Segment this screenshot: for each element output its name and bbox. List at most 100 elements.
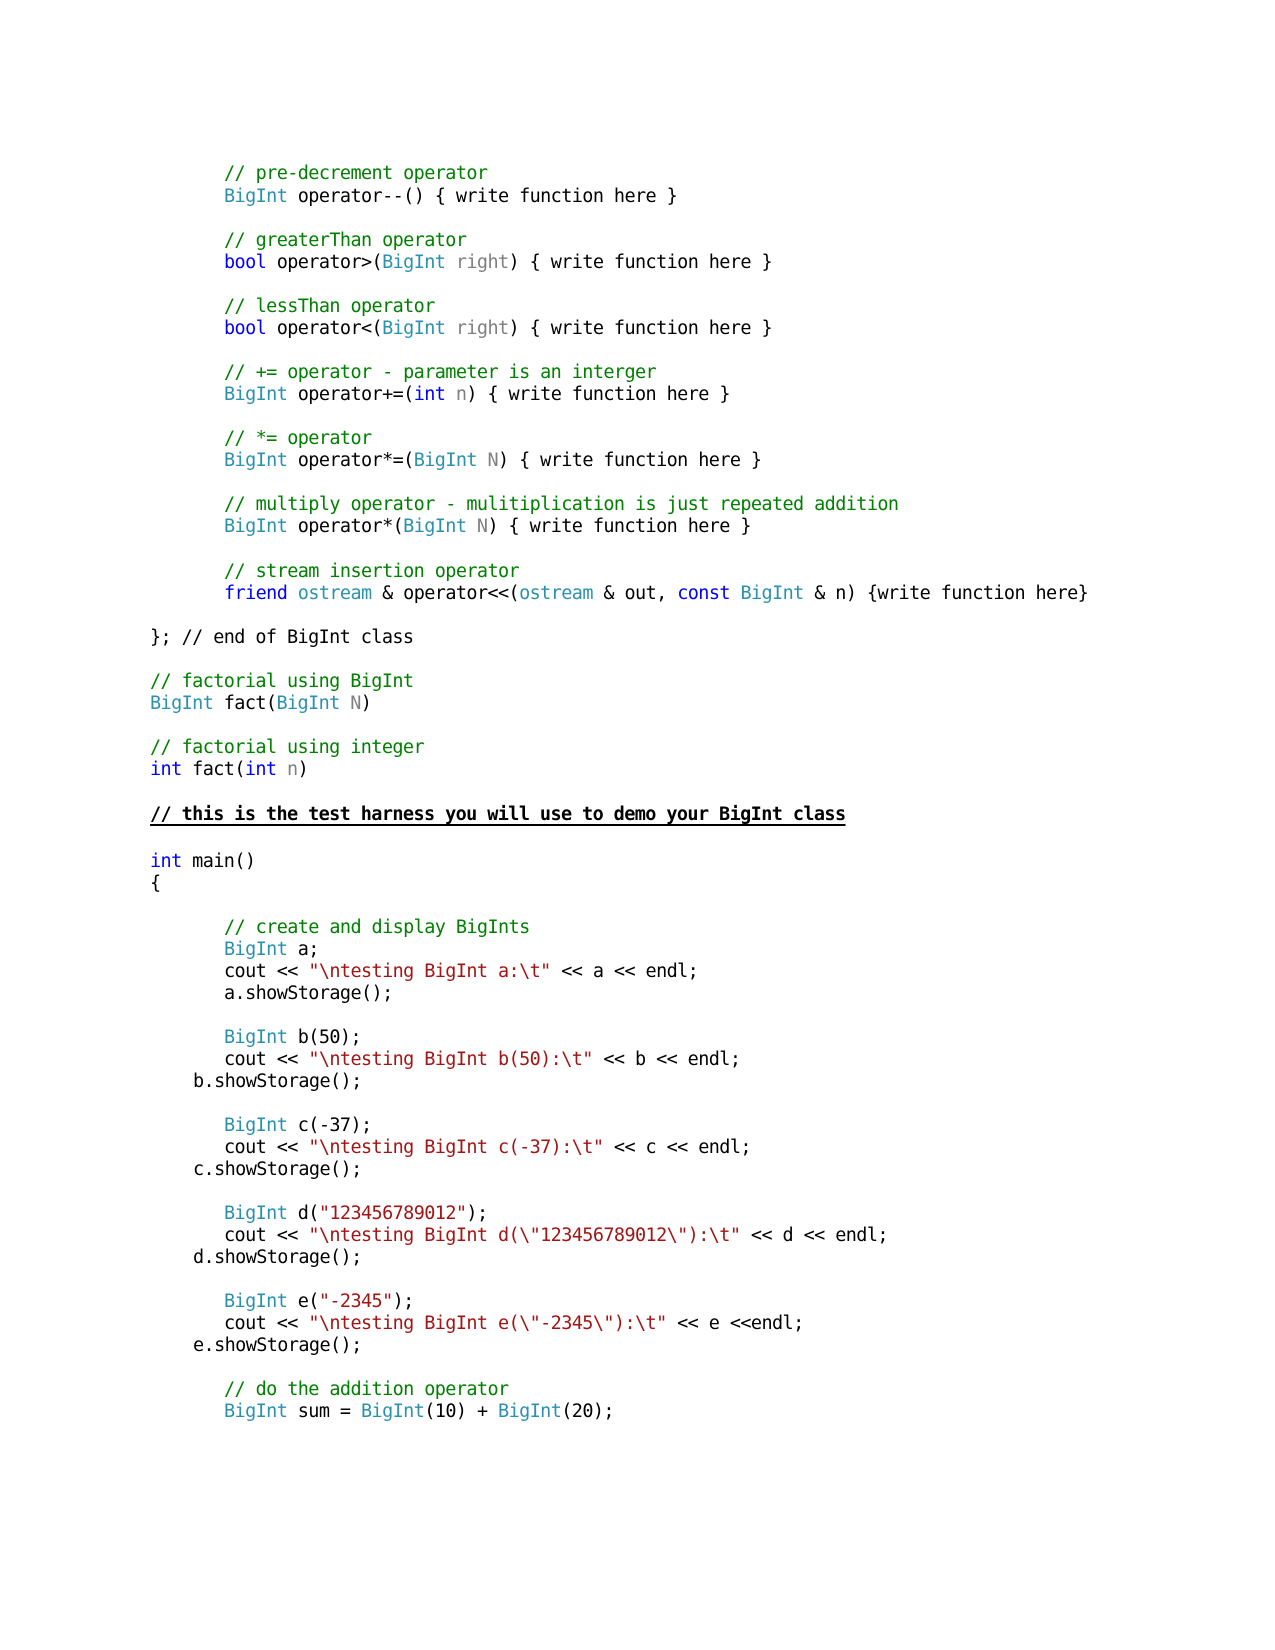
- code-text: a;: [287, 939, 320, 960]
- code-comment: // factorial using BigInt: [150, 671, 414, 692]
- code-text: fact(: [181, 759, 245, 780]
- code-line: // += operator - parameter is an interge…: [224, 362, 657, 384]
- code-text: e.showStorage();: [193, 1335, 362, 1356]
- code-line: BigInt e("-2345");: [224, 1291, 414, 1313]
- keyword: int: [244, 759, 277, 780]
- code-text: }; // end of BigInt class: [150, 627, 414, 648]
- code-line: // *= operator: [224, 428, 372, 450]
- code-text: a.showStorage();: [224, 983, 393, 1004]
- code-text: cout <<: [224, 1313, 309, 1334]
- code-text: << a << endl;: [550, 961, 699, 982]
- code-line: BigInt a;: [224, 939, 319, 961]
- code-line: cout << "\ntesting BigInt a:\t" << a << …: [224, 961, 699, 983]
- type-name: BigInt: [224, 450, 288, 471]
- code-text: e(: [287, 1291, 320, 1312]
- type-name: BigInt: [224, 1115, 288, 1136]
- code-line: b.showStorage();: [193, 1071, 362, 1093]
- code-text: ) { write function here }: [487, 516, 751, 537]
- string-literal: "\ntesting BigInt d(\"123456789012\"):\t…: [308, 1225, 741, 1246]
- type-name: BigInt: [224, 1401, 288, 1422]
- type-name: BigInt: [498, 1401, 562, 1422]
- code-text: );: [466, 1203, 488, 1224]
- code-text: b(50);: [287, 1027, 362, 1048]
- code-comment: // lessThan operator: [224, 296, 435, 317]
- code-text: operator+=(: [287, 384, 415, 405]
- code-text: << d << endl;: [740, 1225, 889, 1246]
- string-literal: "\ntesting BigInt a:\t": [308, 961, 551, 982]
- keyword: bool: [224, 318, 267, 339]
- keyword: const: [677, 583, 730, 604]
- type-name: BigInt: [224, 1027, 288, 1048]
- section-heading: // this is the test harness you will use…: [150, 804, 846, 826]
- code-comment: // multiply operator - mulitiplication i…: [224, 494, 899, 515]
- code-text: c.showStorage();: [193, 1159, 362, 1180]
- keyword: int: [150, 851, 182, 872]
- code-text: ) { write function here }: [508, 318, 773, 339]
- code-line: // create and display BigInts: [224, 917, 530, 939]
- type-name: ostream: [297, 583, 372, 604]
- keyword: friend: [224, 583, 288, 604]
- code-line: BigInt operator--() { write function her…: [224, 186, 678, 208]
- type-name: BigInt: [224, 186, 288, 207]
- parameter-name: n: [276, 759, 298, 780]
- document-page: // pre-decrement operator BigInt operato…: [0, 0, 1275, 1650]
- code-text: (20);: [561, 1401, 614, 1422]
- parameter-name: N: [339, 693, 361, 714]
- code-text: ) { write function here }: [498, 450, 762, 471]
- code-line: {: [150, 873, 161, 895]
- code-line: // do the addition operator: [224, 1379, 509, 1401]
- type-name: BigInt: [276, 693, 340, 714]
- code-line: BigInt fact(BigInt N): [150, 693, 372, 715]
- type-name: BigInt: [382, 252, 446, 273]
- code-line: c.showStorage();: [193, 1159, 362, 1181]
- parameter-name: right: [445, 318, 509, 339]
- code-line: bool operator>(BigInt right) { write fun…: [224, 252, 773, 274]
- code-line: e.showStorage();: [193, 1335, 362, 1357]
- code-text: & out,: [592, 583, 678, 604]
- string-literal: "\ntesting BigInt e(\"-2345\"):\t": [308, 1313, 667, 1334]
- type-name: BigInt: [224, 516, 288, 537]
- code-line: BigInt b(50);: [224, 1027, 362, 1049]
- code-text: cout <<: [224, 1225, 309, 1246]
- type-name: BigInt: [224, 1203, 288, 1224]
- code-comment: // *= operator: [224, 428, 372, 449]
- code-line: BigInt operator*(BigInt N) { write funct…: [224, 516, 752, 538]
- code-line: cout << "\ntesting BigInt b(50):\t" << b…: [224, 1049, 741, 1071]
- code-comment: // factorial using integer: [150, 737, 425, 758]
- parameter-name: right: [445, 252, 509, 273]
- code-comment: // greaterThan operator: [224, 230, 467, 251]
- code-text: {: [150, 873, 161, 894]
- code-text: cout <<: [224, 1137, 309, 1158]
- code-text: main(): [181, 851, 256, 872]
- code-text: b.showStorage();: [193, 1071, 362, 1092]
- code-text: & operator<<(: [371, 583, 520, 604]
- code-line: int main(): [150, 851, 256, 873]
- code-line: d.showStorage();: [193, 1247, 362, 1269]
- code-line: // greaterThan operator: [224, 230, 467, 252]
- code-text: cout <<: [224, 961, 309, 982]
- keyword: int: [150, 759, 182, 780]
- code-line: bool operator<(BigInt right) { write fun…: [224, 318, 773, 340]
- type-name: BigInt: [224, 384, 288, 405]
- code-line: // stream insertion operator: [224, 561, 520, 583]
- code-line: // factorial using integer: [150, 737, 425, 759]
- code-line: int fact(int n): [150, 759, 309, 781]
- code-line: BigInt operator+=(int n) { write functio…: [224, 384, 730, 406]
- code-comment: // do the addition operator: [224, 1379, 509, 1400]
- code-text: cout <<: [224, 1049, 309, 1070]
- code-text: // this is the test harness you will use…: [150, 804, 846, 825]
- code-text: );: [392, 1291, 415, 1312]
- code-line: BigInt d("123456789012");: [224, 1203, 488, 1225]
- code-text: (10) +: [424, 1401, 499, 1422]
- code-line: BigInt operator*=(BigInt N) { write func…: [224, 450, 762, 472]
- code-line: cout << "\ntesting BigInt c(-37):\t" << …: [224, 1137, 752, 1159]
- string-literal: "\ntesting BigInt c(-37):\t": [308, 1137, 604, 1158]
- code-comment: // pre-decrement operator: [224, 163, 488, 184]
- type-name: BigInt: [403, 516, 467, 537]
- type-name: BigInt: [361, 1401, 425, 1422]
- keyword: int: [413, 384, 446, 405]
- code-text: ): [360, 693, 372, 714]
- string-literal: "-2345": [318, 1291, 393, 1312]
